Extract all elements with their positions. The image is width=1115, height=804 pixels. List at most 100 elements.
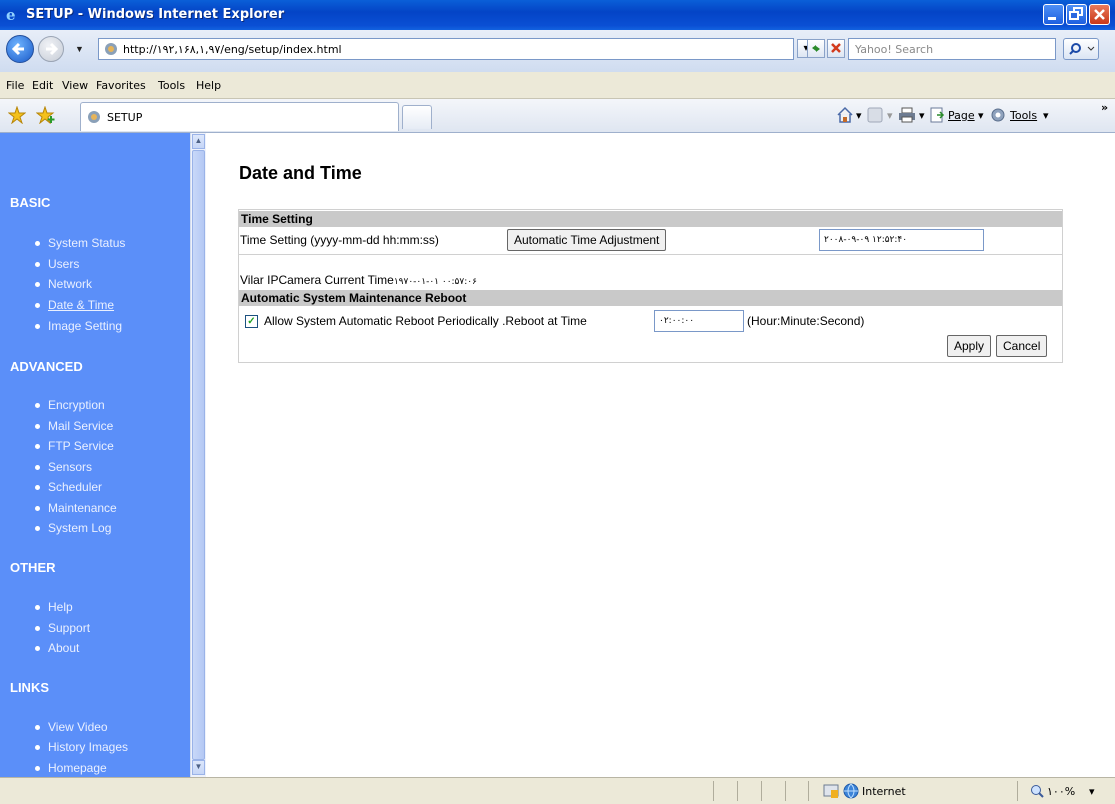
menu-bar: File Edit View Favorites Tools Help bbox=[0, 72, 1115, 99]
current-time-label: Vilar IPCamera Current Time۱۹۷۰-۰۱-۰۱ ۰۰… bbox=[240, 273, 477, 287]
menu-favorites[interactable]: Favorites bbox=[96, 79, 146, 92]
feeds-icon[interactable] bbox=[867, 107, 883, 123]
favorites-star-icon[interactable] bbox=[8, 106, 26, 124]
settings-panel: Time Setting Time Setting (yyyy-mm-dd hh… bbox=[238, 209, 1063, 363]
page-icon bbox=[105, 43, 117, 55]
scroll-up-icon[interactable]: ▲ bbox=[192, 134, 205, 149]
security-zone-label: Internet bbox=[862, 785, 906, 798]
sidebar-item-scheduler[interactable]: Scheduler bbox=[35, 480, 102, 494]
close-icon bbox=[1094, 9, 1105, 20]
current-time-value: ۱۹۷۰-۰۱-۰۱ ۰۰:۵۷:۰۶ bbox=[393, 277, 477, 287]
cancel-button[interactable]: Cancel bbox=[996, 335, 1048, 357]
time-setting-header: Time Setting bbox=[239, 211, 1062, 227]
ie-logo-icon: e bbox=[6, 6, 16, 23]
checkmark-icon: ✓ bbox=[247, 316, 256, 327]
stop-button[interactable] bbox=[827, 39, 845, 58]
minimize-button[interactable] bbox=[1043, 4, 1064, 25]
search-button[interactable] bbox=[1063, 38, 1099, 60]
page-title: Date and Time bbox=[239, 163, 362, 183]
divider bbox=[239, 254, 1062, 255]
chevron-right-icon[interactable]: » bbox=[1101, 101, 1108, 114]
zoom-dropdown-icon[interactable]: ▾ bbox=[1089, 785, 1095, 798]
sidebar-item-image-setting[interactable]: Image Setting bbox=[35, 319, 122, 333]
refresh-icon bbox=[812, 45, 820, 52]
sidebar-item-support[interactable]: Support bbox=[35, 621, 90, 635]
tab-label: SETUP bbox=[107, 111, 143, 124]
apply-button[interactable]: Apply bbox=[947, 335, 992, 357]
back-button[interactable] bbox=[6, 35, 34, 63]
home-dropdown-icon[interactable]: ▾ bbox=[856, 109, 862, 122]
page-menu-icon bbox=[930, 107, 945, 123]
search-icon bbox=[1069, 43, 1095, 55]
menu-tools[interactable]: Tools bbox=[158, 79, 185, 92]
scrollbar-thumb[interactable] bbox=[192, 150, 205, 760]
tab-bar: SETUP ▾ ▾ ▾ Page ▾ Tools ▾ » bbox=[0, 99, 1115, 133]
protected-mode-icon bbox=[823, 784, 839, 798]
address-field[interactable]: http://۱۹۲,۱۶۸,۱,۹۷/eng/setup/index.html bbox=[98, 38, 794, 60]
sidebar-item-history-images[interactable]: History Images bbox=[35, 740, 128, 754]
close-button[interactable] bbox=[1089, 4, 1110, 25]
sidebar-heading-basic: BASIC bbox=[10, 195, 51, 210]
reboot-checkbox[interactable]: ✓ bbox=[245, 315, 258, 328]
sidebar-item-ftp-service[interactable]: FTP Service bbox=[35, 439, 114, 453]
tools-menu[interactable]: Tools bbox=[1010, 109, 1037, 122]
feeds-dropdown-icon[interactable]: ▾ bbox=[887, 109, 893, 122]
reboot-time-hint: (Hour:Minute:Second) bbox=[747, 314, 865, 328]
sidebar-item-view-video[interactable]: View Video bbox=[35, 720, 108, 734]
restore-button[interactable] bbox=[1066, 4, 1087, 25]
sidebar-item-system-status[interactable]: System Status bbox=[35, 236, 125, 250]
zoom-level[interactable]: ۱۰۰% bbox=[1047, 785, 1075, 798]
reboot-time-input[interactable]: ۰۲:۰۰:۰۰ bbox=[654, 310, 744, 332]
sidebar-heading-advanced: ADVANCED bbox=[10, 359, 83, 374]
sidebar-heading-links: LINKS bbox=[10, 680, 49, 695]
minimize-icon bbox=[1048, 17, 1056, 20]
search-field[interactable]: Yahoo! Search bbox=[848, 38, 1056, 60]
forward-arrow-icon bbox=[46, 42, 59, 56]
print-dropdown-icon[interactable]: ▾ bbox=[919, 109, 925, 122]
automatic-time-adjustment-button[interactable]: Automatic Time Adjustment bbox=[507, 229, 667, 251]
globe-icon bbox=[843, 783, 859, 799]
time-setting-label: Time Setting (yyyy-mm-dd hh:mm:ss) bbox=[240, 233, 439, 247]
sidebar-item-date-time[interactable]: Date & Time bbox=[35, 298, 114, 312]
recent-pages-chevron-icon[interactable]: ▼ bbox=[75, 44, 84, 54]
sidebar-item-system-log[interactable]: System Log bbox=[35, 521, 111, 535]
refresh-button[interactable] bbox=[807, 39, 825, 58]
restore-icon bbox=[1069, 7, 1083, 20]
svg-text:e: e bbox=[6, 6, 16, 23]
zoom-icon bbox=[1031, 785, 1044, 798]
print-icon[interactable] bbox=[898, 107, 916, 123]
reboot-checkbox-label: Allow System Automatic Reboot Periodical… bbox=[264, 314, 587, 328]
menu-edit[interactable]: Edit bbox=[32, 79, 53, 92]
status-bar: Internet ۱۰۰% ▾ bbox=[0, 777, 1115, 804]
search-placeholder: Yahoo! Search bbox=[855, 43, 934, 56]
sidebar-item-mail-service[interactable]: Mail Service bbox=[35, 419, 113, 433]
menu-help[interactable]: Help bbox=[196, 79, 221, 92]
page-icon bbox=[88, 111, 100, 123]
sidebar-item-homepage[interactable]: Homepage bbox=[35, 761, 107, 775]
home-icon[interactable] bbox=[836, 106, 854, 124]
sidebar-item-network[interactable]: Network bbox=[35, 277, 92, 291]
sidebar-item-about[interactable]: About bbox=[35, 641, 79, 655]
forward-button[interactable] bbox=[38, 36, 64, 62]
sidebar-item-help[interactable]: Help bbox=[35, 600, 73, 614]
gear-icon bbox=[991, 108, 1005, 122]
main-content: Date and Time Time Setting Time Setting … bbox=[206, 133, 1115, 777]
tab-setup[interactable]: SETUP bbox=[80, 102, 399, 131]
sidebar-item-maintenance[interactable]: Maintenance bbox=[35, 501, 117, 515]
page-dropdown-icon[interactable]: ▾ bbox=[978, 109, 984, 122]
time-setting-input[interactable]: ۲۰۰۸-۰۹-۰۹ ۱۲:۵۲:۴۰ bbox=[819, 229, 984, 251]
scroll-down-icon[interactable]: ▼ bbox=[192, 760, 205, 775]
sidebar-item-sensors[interactable]: Sensors bbox=[35, 460, 92, 474]
menu-view[interactable]: View bbox=[62, 79, 88, 92]
sidebar-scrollbar[interactable]: ▲ ▼ bbox=[190, 133, 206, 777]
add-favorites-icon[interactable] bbox=[36, 106, 56, 124]
reboot-header: Automatic System Maintenance Reboot bbox=[239, 290, 1062, 306]
title-bar: e SETUP - Windows Internet Explorer bbox=[0, 0, 1115, 30]
new-tab-button[interactable] bbox=[402, 105, 432, 129]
sidebar-item-encryption[interactable]: Encryption bbox=[35, 398, 105, 412]
menu-file[interactable]: File bbox=[6, 79, 24, 92]
tools-dropdown-icon[interactable]: ▾ bbox=[1043, 109, 1049, 122]
sidebar-item-users[interactable]: Users bbox=[35, 257, 79, 271]
address-url: http://۱۹۲,۱۶۸,۱,۹۷/eng/setup/index.html bbox=[123, 43, 342, 56]
page-menu[interactable]: Page bbox=[948, 109, 975, 122]
